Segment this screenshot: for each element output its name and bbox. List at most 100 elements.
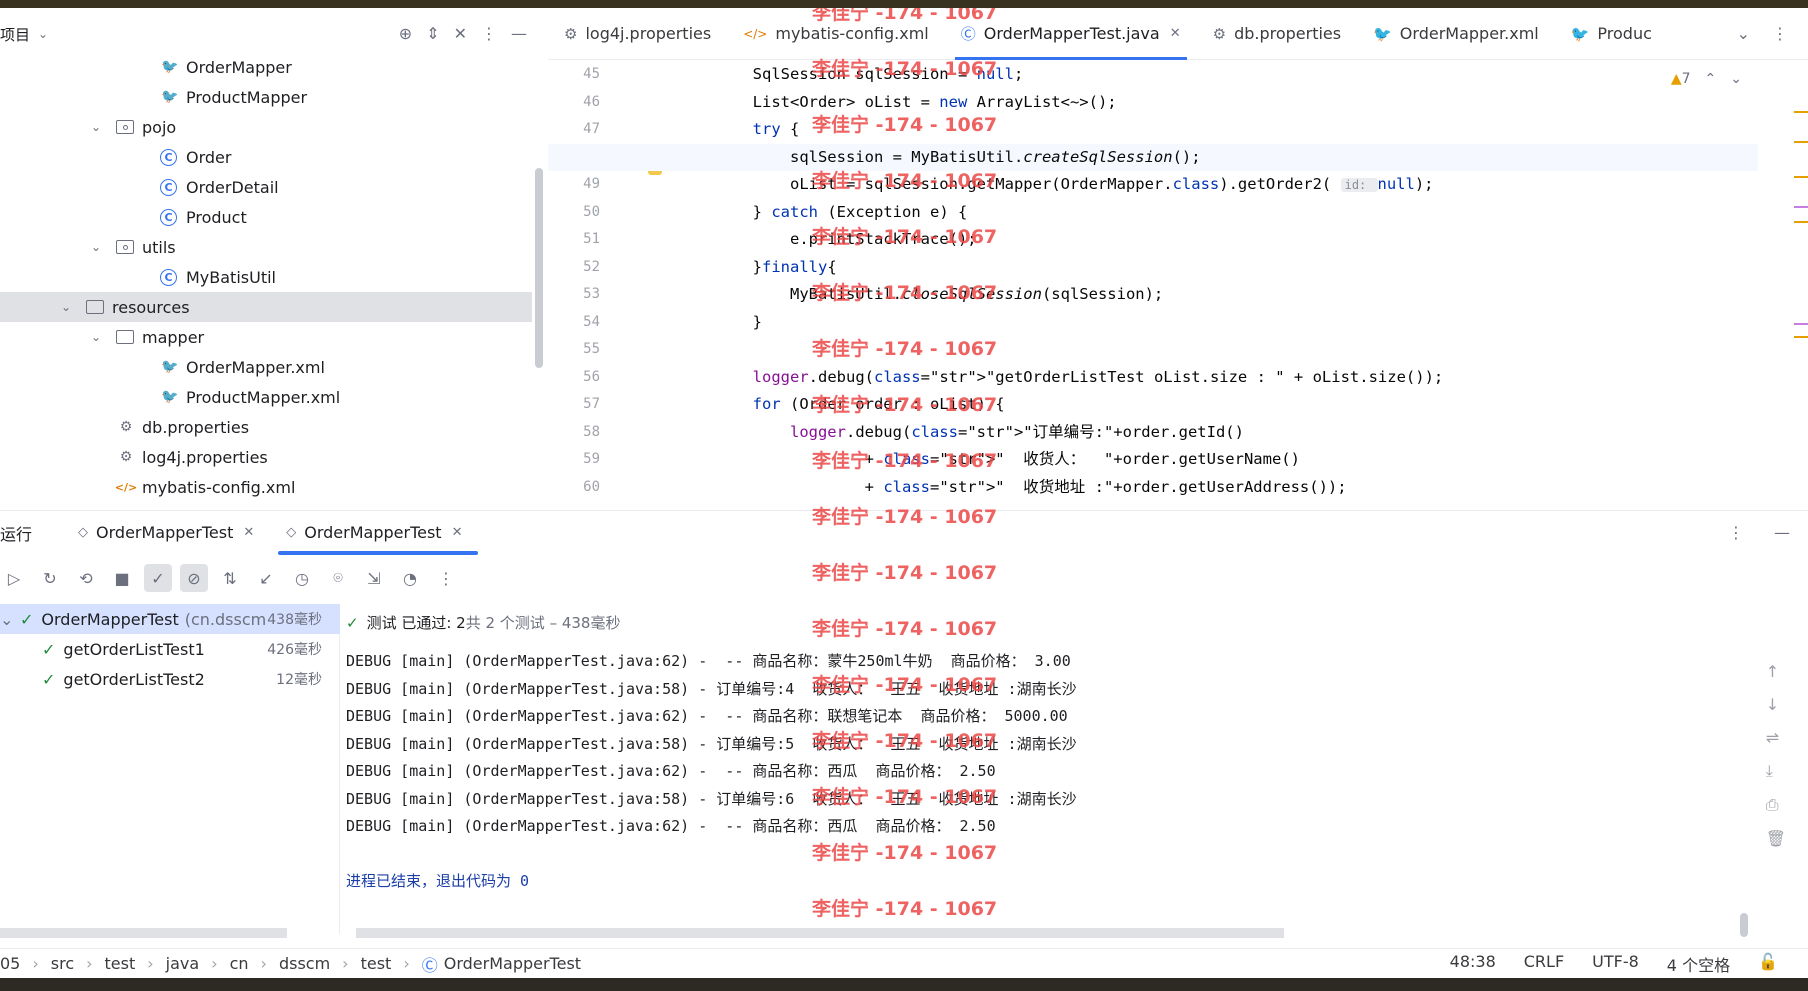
code-line[interactable] bbox=[678, 336, 1758, 364]
scrollbar-marker[interactable] bbox=[1794, 336, 1808, 338]
console-vscrollbar[interactable] bbox=[1740, 913, 1748, 937]
project-scrollbar[interactable] bbox=[535, 168, 543, 368]
breadcrumb-item[interactable]: src bbox=[51, 954, 74, 973]
tree-item[interactable]: ⚙ log4j.properties bbox=[0, 442, 532, 472]
tree-item[interactable]: ⌄ resources bbox=[0, 292, 532, 322]
code-area[interactable]: SqlSession sqlSession = null; List<Order… bbox=[548, 61, 1758, 502]
breadcrumb-item[interactable]: dsscm bbox=[279, 954, 330, 973]
code-line[interactable]: logger.debug(class="str">"订单编号:"+order.g… bbox=[678, 419, 1758, 447]
run-tab[interactable]: ◇ OrderMapperTest ✕ bbox=[62, 511, 270, 555]
scrollbar-marker[interactable] bbox=[1794, 141, 1808, 143]
chevron-up-icon[interactable]: ⌃ bbox=[1705, 71, 1717, 87]
code-line[interactable]: } catch (Exception e) { bbox=[678, 199, 1758, 227]
code-line[interactable]: MyBatisUtil.closeSqlSession(sqlSession); bbox=[678, 281, 1758, 309]
soft-wrap-icon[interactable]: ⇌ bbox=[1766, 728, 1786, 747]
editor-tab[interactable]: </> mybatis-config.xml bbox=[727, 8, 945, 60]
tree-item[interactable]: 🐦 ProductMapper.xml bbox=[0, 382, 532, 412]
chevron-down-icon[interactable]: ⌄ bbox=[88, 240, 104, 254]
minimize-icon[interactable]: — bbox=[1774, 523, 1790, 542]
tree-item[interactable]: C Product bbox=[0, 202, 532, 232]
toggle-auto-test-icon[interactable]: ⟲ bbox=[72, 564, 100, 592]
test-item[interactable]: ✓ getOrderListTest1 426毫秒 bbox=[0, 634, 340, 664]
more-options-icon[interactable]: ⋮ bbox=[1772, 24, 1788, 43]
console-output[interactable]: DEBUG [main] (OrderMapperTest.java:62) -… bbox=[346, 648, 1746, 938]
project-panel-title[interactable]: 项目 bbox=[0, 24, 30, 45]
import-icon[interactable]: ⇲ bbox=[360, 564, 388, 592]
code-editor[interactable]: 45464748495051525354555657585960 SqlSess… bbox=[548, 61, 1808, 506]
chevron-down-icon[interactable]: ⌄ bbox=[88, 330, 104, 344]
show-passed-icon[interactable]: ✓ bbox=[144, 564, 172, 592]
tree-item[interactable]: C MyBatisUtil bbox=[0, 262, 532, 292]
breadcrumb-item[interactable]: OrderMapperTest bbox=[444, 954, 581, 973]
test-item[interactable]: ⌄ ✓ OrderMapperTest (cn.dsscm 438毫秒 bbox=[0, 604, 340, 634]
code-line[interactable]: oList = sqlSession.getMapper(OrderMapper… bbox=[678, 171, 1758, 199]
arrow-down-icon[interactable]: ↓ bbox=[1766, 695, 1786, 714]
indent-setting[interactable]: 4 个空格 bbox=[1667, 952, 1730, 976]
scrollbar-marker[interactable] bbox=[1794, 176, 1808, 178]
stop-icon[interactable]: ■ bbox=[108, 564, 136, 592]
chevron-down-icon[interactable]: ⌄ bbox=[0, 610, 20, 629]
test-tree-scrollbar[interactable] bbox=[0, 928, 287, 938]
minimize-icon[interactable]: — bbox=[511, 24, 527, 43]
scroll-to-end-icon[interactable]: ⤓ bbox=[1766, 761, 1786, 781]
tree-item[interactable]: 🐦 ProductMapper bbox=[0, 82, 532, 112]
locate-icon[interactable]: ⊕ bbox=[399, 24, 412, 43]
code-line[interactable]: try { bbox=[678, 116, 1758, 144]
arrow-up-icon[interactable]: ↑ bbox=[1766, 662, 1786, 681]
tree-item[interactable]: 🐦 OrderMapper.xml bbox=[0, 352, 532, 382]
collapse-icon[interactable]: ↙ bbox=[252, 564, 280, 592]
collapse-all-icon[interactable]: ✕ bbox=[454, 24, 467, 43]
breadcrumb-item[interactable]: java bbox=[166, 954, 200, 973]
code-line[interactable]: List<Order> oList = new ArrayList<~>(); bbox=[678, 89, 1758, 117]
show-ignored-icon[interactable]: ⊘ bbox=[180, 564, 208, 592]
code-line[interactable]: } bbox=[678, 309, 1758, 337]
editor-tab[interactable]: ⚙ db.properties bbox=[1197, 8, 1358, 60]
breadcrumb-item[interactable]: cn bbox=[230, 954, 249, 973]
breadcrumb-item[interactable]: 05 bbox=[0, 954, 20, 973]
chevron-down-icon[interactable]: ⌄ bbox=[58, 300, 74, 314]
editor-tab[interactable]: 🐦 Produc bbox=[1555, 8, 1668, 60]
line-separator[interactable]: CRLF bbox=[1524, 952, 1564, 976]
coverage-icon[interactable]: ◔ bbox=[396, 564, 424, 592]
scrollbar-marker[interactable] bbox=[1794, 206, 1808, 208]
tree-item[interactable]: ⌄ utils bbox=[0, 232, 532, 262]
tree-item[interactable]: </> mybatis-config.xml bbox=[0, 472, 532, 502]
scrollbar-marker[interactable] bbox=[1794, 111, 1808, 113]
rerun-failed-icon[interactable]: ↻ bbox=[36, 564, 64, 592]
chevron-down-icon[interactable]: ⌄ bbox=[88, 120, 104, 134]
tree-item[interactable]: C Order bbox=[0, 142, 532, 172]
breadcrumb-item[interactable]: test bbox=[105, 954, 136, 973]
inspection-widget[interactable]: ▲7 ⌃ ⌄ bbox=[1671, 71, 1742, 87]
tree-item[interactable]: 🐦 OrderMapper bbox=[0, 52, 532, 82]
chevron-down-icon[interactable]: ⌄ bbox=[38, 27, 48, 41]
tree-item[interactable]: C OrderDetail bbox=[0, 172, 532, 202]
more-options-icon[interactable]: ⋮ bbox=[481, 24, 497, 43]
code-line[interactable]: sqlSession = MyBatisUtil.createSqlSessio… bbox=[548, 143, 1758, 171]
history-icon[interactable]: ◷ bbox=[288, 564, 316, 592]
console-scrollbar[interactable] bbox=[356, 928, 1284, 938]
tree-item[interactable]: ⌄ pojo bbox=[0, 112, 532, 142]
trash-icon[interactable]: 🗑 bbox=[1766, 829, 1786, 848]
chevron-down-icon[interactable]: ⌄ bbox=[1730, 71, 1742, 87]
code-line[interactable]: SqlSession sqlSession = null; bbox=[678, 61, 1758, 89]
code-line[interactable]: logger.debug(class="str">"getOrderListTe… bbox=[678, 364, 1758, 392]
tree-item[interactable]: ⚙ db.properties bbox=[0, 412, 532, 442]
camera-icon[interactable]: ⌾ bbox=[324, 564, 352, 592]
editor-tab[interactable]: ⚙ log4j.properties bbox=[548, 8, 727, 60]
close-icon[interactable]: ✕ bbox=[1170, 26, 1181, 41]
scrollbar-marker[interactable] bbox=[1794, 221, 1808, 223]
code-line[interactable]: + class="str">" 收货人： "+order.getUserName… bbox=[678, 446, 1758, 474]
editor-tab[interactable]: 🐦 OrderMapper.xml bbox=[1357, 8, 1555, 60]
rerun-icon[interactable]: ▷ bbox=[0, 564, 28, 592]
code-line[interactable]: + class="str">" 收货地址 :"+order.getUserAdd… bbox=[678, 474, 1758, 502]
code-line[interactable]: }finally{ bbox=[678, 254, 1758, 282]
code-line[interactable]: for (Order order : oList) { bbox=[678, 391, 1758, 419]
chevron-down-icon[interactable]: ⌄ bbox=[1737, 24, 1750, 43]
more-options-icon[interactable]: ⋮ bbox=[1728, 523, 1744, 542]
file-encoding[interactable]: UTF-8 bbox=[1592, 952, 1639, 976]
more-options-icon[interactable]: ⋮ bbox=[432, 564, 460, 592]
run-tab[interactable]: ◇ OrderMapperTest ✕ bbox=[270, 511, 479, 555]
expand-all-icon[interactable]: ⇕ bbox=[426, 24, 439, 43]
close-icon[interactable]: ✕ bbox=[452, 525, 463, 540]
scrollbar-marker[interactable] bbox=[1794, 323, 1808, 325]
